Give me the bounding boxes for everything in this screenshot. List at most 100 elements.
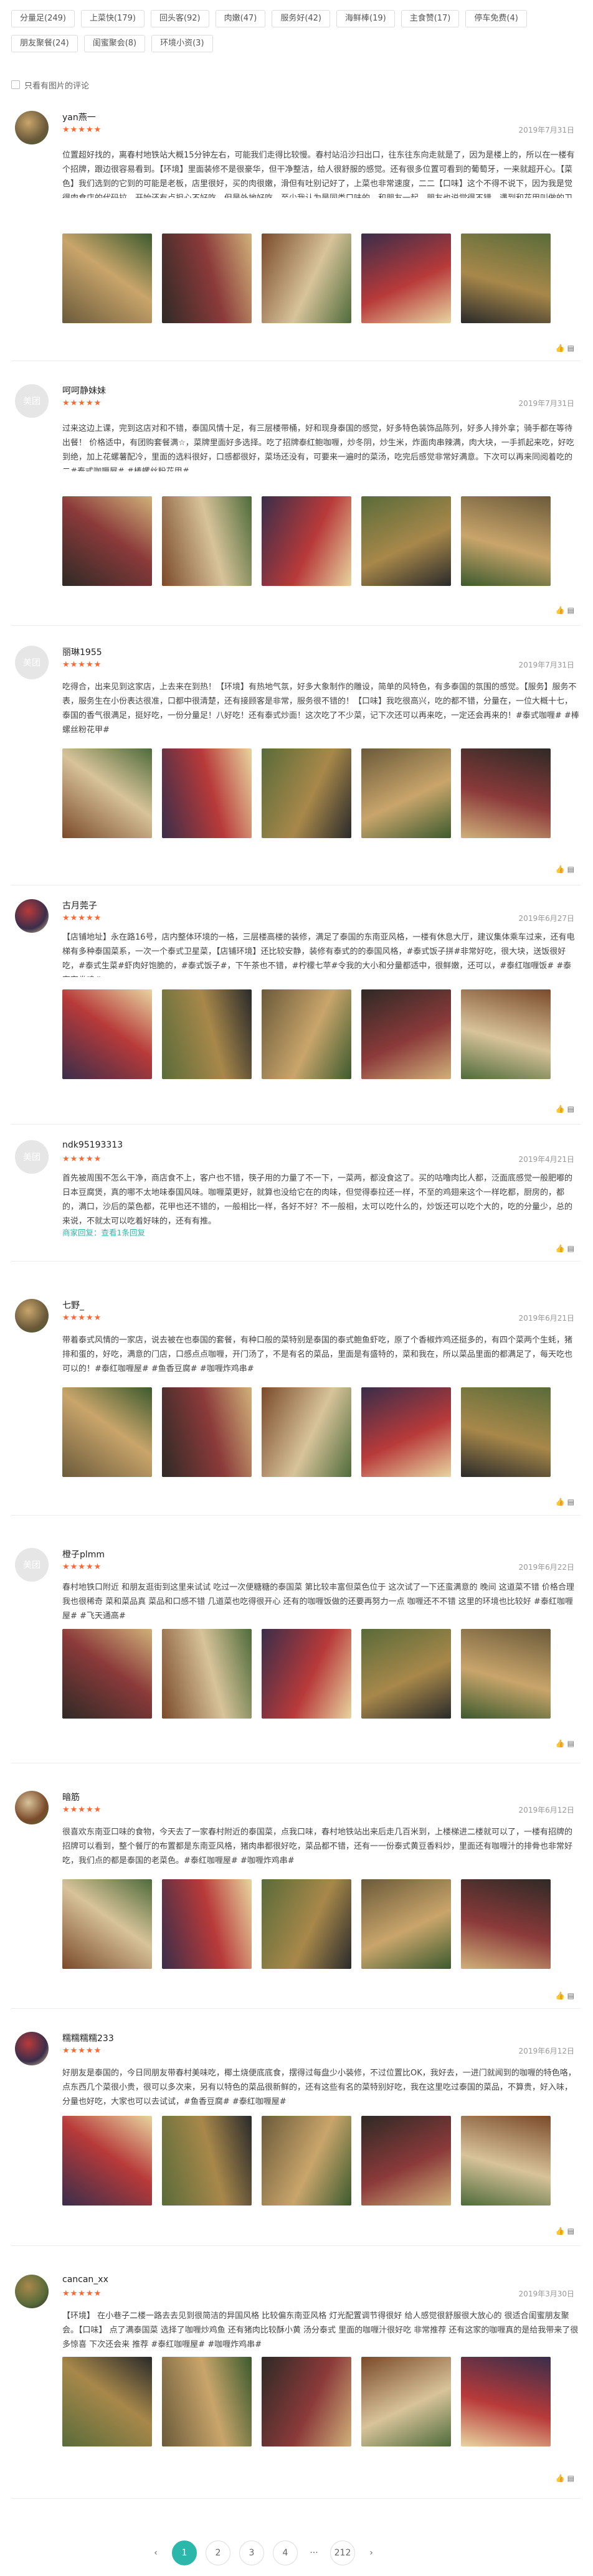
reviewer-name[interactable]: 七野_ <box>62 1299 84 1311</box>
default-avatar-icon[interactable]: 美团 <box>15 1140 49 1174</box>
review-photo[interactable] <box>162 1387 252 1477</box>
review-photo[interactable] <box>361 1387 451 1477</box>
photo-filter[interactable]: 只看有图片的评论 <box>11 79 89 91</box>
review-tag[interactable]: 肉嫩(47) <box>215 10 266 27</box>
merchant-reply-link[interactable]: 商家回复：查看1条回复 <box>62 1226 145 1238</box>
photo-filter-checkbox[interactable] <box>11 80 20 89</box>
last-page-button[interactable]: 212 <box>330 2541 355 2565</box>
review-photo[interactable] <box>262 1629 351 1719</box>
review-photo[interactable] <box>162 234 252 323</box>
page-button-current[interactable]: 1 <box>172 2541 197 2565</box>
review-photo[interactable] <box>461 2116 551 2206</box>
review-photo[interactable] <box>62 748 152 838</box>
review-photo[interactable] <box>162 2116 252 2206</box>
review-photo[interactable] <box>62 1629 152 1719</box>
review-photo[interactable] <box>461 2357 551 2446</box>
review-photo[interactable] <box>62 2116 152 2206</box>
review-photo[interactable] <box>262 989 351 1079</box>
avatar[interactable] <box>15 899 49 933</box>
review-photo[interactable] <box>262 2116 351 2206</box>
page-button[interactable]: 3 <box>239 2541 264 2565</box>
review-tag[interactable]: 主食赞(17) <box>401 10 460 27</box>
review-actions[interactable]: 👍 ▤ <box>556 606 574 615</box>
review-photo[interactable] <box>62 989 152 1079</box>
review-tag[interactable]: 服务好(42) <box>272 10 330 27</box>
reviewer-name[interactable]: 丽琳1955 <box>62 646 102 658</box>
review-photo[interactable] <box>361 496 451 586</box>
reviewer-name[interactable]: 暗筋 <box>62 1791 80 1803</box>
review-actions[interactable]: 👍 ▤ <box>556 1739 574 1748</box>
prev-page-button[interactable]: ‹ <box>148 2541 163 2565</box>
review-photo[interactable] <box>162 2357 252 2446</box>
review-actions[interactable]: 👍 ▤ <box>556 2227 574 2235</box>
review-actions[interactable]: 👍 ▤ <box>556 344 574 352</box>
reviewer-name[interactable]: cancan_xx <box>62 2275 108 2285</box>
review-tag[interactable]: 环境小资(3) <box>151 35 213 52</box>
reviewer-name[interactable]: yan燕一 <box>62 111 96 123</box>
avatar[interactable] <box>15 2032 49 2065</box>
review-item: 糯糯糯糯233 ★★★★★ 2019年6月12日 好朋友是泰国的，今日同朋友带春村美味… <box>11 2032 581 2246</box>
default-avatar-icon[interactable]: 美团 <box>15 1548 49 1582</box>
review-photo[interactable] <box>262 496 351 586</box>
review-photo[interactable] <box>62 1387 152 1477</box>
review-tag[interactable]: 上菜快(179) <box>80 10 145 27</box>
review-photo[interactable] <box>62 496 152 586</box>
reviewer-name[interactable]: 呵呵静妹妹 <box>62 384 106 397</box>
review-photo[interactable] <box>62 2357 152 2446</box>
review-photo[interactable] <box>262 234 351 323</box>
review-photo[interactable] <box>461 496 551 586</box>
review-actions[interactable]: 👍 ▤ <box>556 1105 574 1113</box>
review-photo[interactable] <box>461 1629 551 1719</box>
review-photo[interactable] <box>262 748 351 838</box>
review-photo[interactable] <box>461 989 551 1079</box>
review-photo[interactable] <box>262 2357 351 2446</box>
review-photo[interactable] <box>361 234 451 323</box>
review-photo[interactable] <box>262 1879 351 1969</box>
review-actions[interactable]: 👍 ▤ <box>556 2474 574 2483</box>
review-photo[interactable] <box>461 1879 551 1969</box>
page-button[interactable]: 4 <box>273 2541 298 2565</box>
review-photo[interactable] <box>262 1387 351 1477</box>
next-page-button[interactable]: › <box>364 2541 379 2565</box>
review-tag[interactable]: 分量足(249) <box>11 10 75 27</box>
page-button[interactable]: 2 <box>206 2541 230 2565</box>
review-photo[interactable] <box>162 989 252 1079</box>
review-tag[interactable]: 海鲜棒(19) <box>336 10 395 27</box>
review-actions[interactable]: 👍 ▤ <box>556 1498 574 1506</box>
review-photo[interactable] <box>361 748 451 838</box>
reviewer-name[interactable]: 橙子plmm <box>62 1548 105 1560</box>
review-photo[interactable] <box>62 234 152 323</box>
review-date: 2019年6月22日 <box>518 1563 574 1572</box>
pagination: ‹ 1 2 3 4 ··· 212 › <box>148 2541 379 2565</box>
reviewer-name[interactable]: 古月莞子 <box>62 899 97 912</box>
review-photo[interactable] <box>62 1879 152 1969</box>
review-photo[interactable] <box>361 1629 451 1719</box>
review-photo[interactable] <box>162 1879 252 1969</box>
avatar[interactable] <box>15 1791 49 1824</box>
review-actions[interactable]: 👍 ▤ <box>556 1991 574 2000</box>
default-avatar-icon[interactable]: 美团 <box>15 384 49 418</box>
review-photos <box>62 496 551 586</box>
review-actions[interactable]: 👍 ▤ <box>556 865 574 874</box>
review-photo[interactable] <box>461 748 551 838</box>
review-photo[interactable] <box>361 989 451 1079</box>
review-photo[interactable] <box>162 1629 252 1719</box>
reviewer-name[interactable]: ndk95193313 <box>62 1140 123 1150</box>
avatar[interactable] <box>15 1299 49 1333</box>
review-tag[interactable]: 朋友聚餐(24) <box>11 35 78 52</box>
avatar[interactable] <box>15 111 49 144</box>
review-photo[interactable] <box>361 2116 451 2206</box>
default-avatar-icon[interactable]: 美团 <box>15 646 49 679</box>
review-photo[interactable] <box>461 1387 551 1477</box>
review-photo[interactable] <box>361 2357 451 2446</box>
review-photo[interactable] <box>162 496 252 586</box>
review-tag[interactable]: 回头客(92) <box>150 10 209 27</box>
avatar[interactable] <box>15 2275 49 2308</box>
review-tag[interactable]: 停车免费(4) <box>465 10 527 27</box>
reviewer-name[interactable]: 糯糯糯糯233 <box>62 2032 114 2044</box>
review-photo[interactable] <box>162 748 252 838</box>
review-photo[interactable] <box>461 234 551 323</box>
review-actions[interactable]: 👍 ▤ <box>556 1244 574 1253</box>
review-tag[interactable]: 闺蜜聚会(8) <box>83 35 146 52</box>
review-photo[interactable] <box>361 1879 451 1969</box>
